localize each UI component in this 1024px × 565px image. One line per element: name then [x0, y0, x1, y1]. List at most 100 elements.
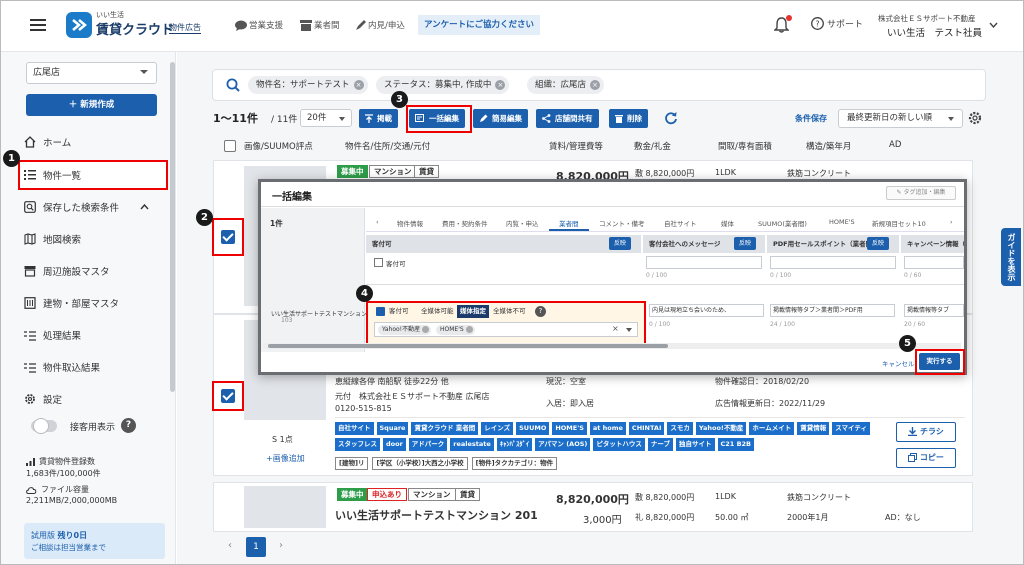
sidebar-item-home[interactable]: ホーム — [24, 132, 71, 152]
logo-subtitle[interactable]: 物件広告 — [169, 22, 201, 34]
flyer-button[interactable]: チラシ — [896, 422, 956, 442]
user-name[interactable]: いい生活 テスト社員 — [887, 25, 982, 39]
row-checkbox[interactable] — [221, 230, 235, 244]
tab-comments[interactable]: コメント・備考 — [599, 218, 645, 228]
help-icon[interactable]: ? — [121, 418, 136, 433]
tab-media[interactable]: 媒体 — [721, 218, 734, 228]
reflect-button[interactable]: 反映 — [734, 237, 757, 250]
sidebar-item-buildings[interactable]: 建物・部屋マスタ — [24, 293, 119, 313]
delete-button[interactable]: 削除 — [609, 109, 648, 128]
message-input[interactable] — [646, 256, 762, 269]
logo-title[interactable]: 賃貸クラウド — [96, 19, 174, 38]
close-icon[interactable]: × — [353, 80, 364, 90]
site-tag[interactable]: 賃貸クラウド 業者間 — [411, 422, 479, 435]
guide-tab[interactable]: ガイドを表示 — [1001, 228, 1021, 286]
add-image-link[interactable]: +画像追加 — [266, 453, 305, 464]
search-icon[interactable] — [226, 78, 240, 92]
tab-own-site[interactable]: 自社サイト — [664, 218, 697, 228]
site-tag[interactable]: Yahoo!不動産 — [695, 422, 747, 435]
property-thumbnail[interactable] — [244, 486, 326, 528]
site-tag[interactable]: Square — [376, 422, 409, 435]
filter-chip-name[interactable]: 物件名：サポートテスト × — [248, 76, 368, 94]
site-tag[interactable]: ｷｬﾝﾊﾟｽﾀﾞｲ — [496, 438, 533, 451]
select-all-checkbox[interactable] — [224, 140, 236, 152]
pdf-point-input[interactable] — [770, 256, 896, 269]
site-tag[interactable]: 独自サイト — [676, 438, 715, 451]
site-tag[interactable]: realestate — [450, 438, 494, 451]
tab-costs[interactable]: 費用・契約条件 — [442, 218, 488, 228]
option-no-media[interactable]: 全媒体不可 — [490, 305, 529, 318]
site-tag[interactable]: ホームメイト — [749, 422, 795, 435]
site-tag[interactable]: 自社サイト — [335, 422, 374, 435]
tab-viewing[interactable]: 内覧・申込 — [506, 218, 539, 228]
new-create-button[interactable]: ＋ 新規作成 — [26, 94, 157, 116]
pager-next-icon[interactable]: › — [279, 540, 283, 551]
site-tag[interactable]: at home — [589, 422, 626, 435]
hamburger-menu-icon[interactable] — [30, 18, 46, 32]
tab-agents[interactable]: 業者間 — [559, 218, 579, 228]
pdf-point-value[interactable]: 掲載情報等タブ＞業者間＞PDF用 — [770, 304, 895, 317]
site-tag[interactable]: CHINTAI — [628, 422, 665, 435]
chevron-down-icon[interactable] — [626, 328, 632, 332]
per-page-select[interactable]: 20件 — [300, 109, 352, 127]
site-tag[interactable]: SUUMO — [516, 422, 550, 435]
site-tag[interactable]: C21 B2B — [717, 438, 755, 451]
agent-ok-checkbox[interactable] — [374, 258, 383, 267]
tag-edit-button[interactable]: ✎ タグ追加・編集 — [886, 186, 956, 200]
tabs-next-icon[interactable]: › — [950, 218, 953, 226]
close-icon[interactable]: × — [495, 80, 506, 90]
site-tag[interactable]: ピタットハウス — [593, 438, 645, 451]
tab-new-set[interactable]: 新規項目セット10 — [872, 218, 926, 228]
property-name[interactable]: いい生活サポートテストマンション 201 — [335, 507, 538, 523]
sidebar-item-property-list[interactable]: 物件一覧 — [24, 165, 81, 185]
help-icon[interactable]: ? — [535, 306, 546, 317]
site-tag[interactable]: スモカ — [667, 422, 693, 435]
site-tag[interactable]: アパマン (AOS) — [535, 438, 591, 451]
toggle-knob[interactable] — [33, 418, 49, 434]
sidebar-item-saved-search[interactable]: 保存した検索条件 — [24, 197, 149, 217]
site-tag[interactable]: HOME'S — [552, 422, 587, 435]
copy-button[interactable]: コピー — [896, 448, 956, 468]
site-tag[interactable]: 賃貸情報 — [797, 422, 830, 435]
media-chip[interactable]: Yahoo!不動産 — [378, 325, 432, 335]
pager-prev-icon[interactable]: ‹ — [228, 540, 232, 551]
option-all-media[interactable]: 全媒体可能 — [418, 305, 457, 318]
sidebar-item-import-results[interactable]: 物件取込結果 — [24, 357, 100, 377]
site-tag[interactable]: アドパーク — [408, 438, 448, 451]
nav-viewing[interactable]: 内見/申込 — [355, 19, 405, 31]
agent-ok-checked-checkbox[interactable] — [376, 307, 385, 316]
close-icon[interactable] — [422, 326, 430, 333]
filter-chip-org[interactable]: 組織：広尾店 × — [527, 76, 605, 94]
option-specified-media[interactable]: 媒体指定 — [457, 305, 489, 318]
sidebar-scrollbar[interactable] — [170, 62, 175, 392]
site-tag[interactable]: スマイティ — [832, 422, 871, 435]
chevron-up-icon[interactable] — [140, 204, 149, 210]
store-share-button[interactable]: 店舗間共有 — [536, 109, 599, 128]
pager-page-1[interactable]: 1 — [246, 537, 266, 557]
tab-homes[interactable]: HOME'S — [829, 218, 855, 226]
nav-agents[interactable]: 業者間 — [300, 19, 340, 31]
close-icon[interactable]: × — [590, 80, 601, 90]
tabs-prev-icon[interactable]: ‹ — [376, 218, 379, 226]
campaign-input[interactable] — [904, 256, 964, 269]
gear-icon[interactable] — [968, 111, 982, 125]
reflect-button[interactable]: 反映 — [609, 237, 632, 250]
sidebar-item-map-search[interactable]: 地図検索 — [24, 229, 81, 249]
modal-hscroll-thumb[interactable] — [268, 344, 668, 348]
sort-select[interactable]: 最終更新日の新しい順 — [838, 109, 963, 128]
site-tag[interactable]: スタッフレス — [335, 438, 380, 451]
tab-property-info[interactable]: 物件情報 — [397, 218, 423, 228]
sidebar-item-process-results[interactable]: 処理結果 — [24, 325, 81, 345]
sidebar-item-settings[interactable]: 設定 — [24, 389, 62, 409]
tab-suumo[interactable]: SUUMO(業者間) — [758, 218, 807, 228]
message-value[interactable]: 内見は現地立ち会いのため、 — [649, 304, 764, 317]
sidebar-item-facilities[interactable]: 周辺施設マスタ — [24, 261, 110, 281]
publish-button[interactable]: 掲載 — [359, 109, 398, 128]
refresh-icon[interactable] — [664, 111, 678, 125]
store-select[interactable]: 広尾店 — [26, 62, 157, 84]
site-tag[interactable]: ナーブ — [647, 438, 673, 451]
logo-mark-icon[interactable] — [66, 12, 92, 38]
cancel-button[interactable]: キャンセル — [882, 358, 915, 368]
clear-icon[interactable]: × — [612, 324, 619, 333]
quick-edit-button[interactable]: 簡易編集 — [473, 109, 528, 128]
